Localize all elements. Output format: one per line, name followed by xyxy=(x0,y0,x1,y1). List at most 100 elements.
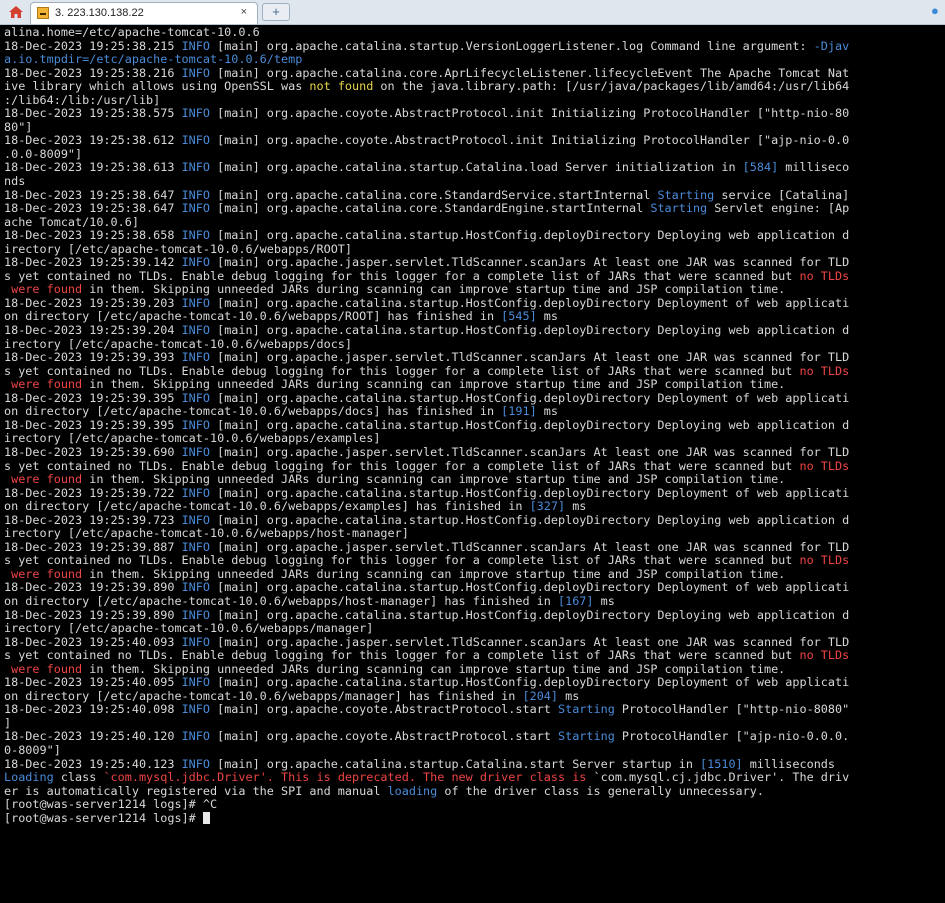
terminal-text: alina.home=/etc/apache-tomcat-10.0.6 xyxy=(4,26,260,39)
terminal-line: s yet contained no TLDs. Enable debug lo… xyxy=(4,268,945,284)
terminal-line: ache Tomcat/10.0.6] xyxy=(4,214,945,230)
terminal-text: were found xyxy=(4,377,83,392)
terminal-text: INFO xyxy=(181,756,210,771)
terminal-text: [main] org.apache.catalina.core.Standard… xyxy=(209,201,651,216)
terminal-text: [main] org.apache.catalina.startup.Catal… xyxy=(209,756,701,771)
terminal-text: in them. Skipping unneeded JARs during s… xyxy=(82,377,786,392)
terminal-line: on directory [/etc/apache-tomcat-10.0.6/… xyxy=(4,688,945,704)
terminal-text: 18-Dec-2023 19:25:38.647 xyxy=(4,201,182,216)
terminal-text: INFO xyxy=(181,106,210,121)
terminal-line: 18-Dec-2023 19:25:39.722 INFO [main] org… xyxy=(4,485,945,501)
terminal-text: `com.mysql.cj.jdbc.Driver'. The driv xyxy=(586,770,850,785)
close-tab-button[interactable]: × xyxy=(241,6,247,18)
terminal-text: INFO xyxy=(181,675,210,690)
terminal-line: 18-Dec-2023 19:25:39.203 INFO [main] org… xyxy=(4,296,945,311)
terminal-text: INFO xyxy=(181,702,210,717)
terminal-text: ms xyxy=(565,499,587,514)
terminal-text: ive library which allows using OpenSSL w… xyxy=(4,79,310,94)
terminal-text: INFO xyxy=(181,417,210,432)
terminal-text: [main] org.apache.catalina.startup.HostC… xyxy=(209,417,850,432)
terminal-line: s yet contained no TLDs. Enable debug lo… xyxy=(4,554,945,568)
terminal-text: ache Tomcat/10.0.6] xyxy=(4,214,139,229)
terminal-text: 18-Dec-2023 19:25:38.658 xyxy=(4,228,182,243)
terminal-text: [main] org.apache.jasper.servlet.TldScan… xyxy=(209,539,850,554)
terminal-text: INFO xyxy=(181,160,210,175)
terminal-line: were found in them. Skipping unneeded JA… xyxy=(4,283,945,297)
new-tab-button[interactable]: + xyxy=(262,3,290,21)
terminal-line: 18-Dec-2023 19:25:39.395 INFO [main] org… xyxy=(4,417,945,433)
terminal-line: on directory [/etc/apache-tomcat-10.0.6/… xyxy=(4,405,945,419)
session-tab[interactable]: 3. 223.130.138.22 × xyxy=(30,2,258,24)
terminal-text: on directory [/etc/apache-tomcat-10.0.6/… xyxy=(4,499,530,514)
terminal-text: [main] org.apache.catalina.startup.HostC… xyxy=(209,485,850,500)
terminal-text: Servlet engine: [Ap xyxy=(707,201,850,216)
terminal-text: [main] org.apache.catalina.startup.HostC… xyxy=(209,390,850,405)
terminal-text: [main] org.apache.catalina.startup.Catal… xyxy=(209,160,743,175)
terminal-text: `com.mysql.jdbc.Driver'. This is depreca… xyxy=(103,770,587,785)
tab-title: 3. 223.130.138.22 xyxy=(55,7,144,19)
terminal-line: 18-Dec-2023 19:25:39.204 INFO [main] org… xyxy=(4,323,945,338)
terminal-text: 18-Dec-2023 19:25:39.723 xyxy=(4,512,182,527)
terminal-text: INFO xyxy=(181,634,210,649)
terminal-line: 18-Dec-2023 19:25:39.887 INFO [main] org… xyxy=(4,539,945,555)
terminal-text: 18-Dec-2023 19:25:39.887 xyxy=(4,539,182,554)
terminal-text: Starting xyxy=(558,729,615,744)
terminal-text: s yet contained no TLDs. Enable debug lo… xyxy=(4,268,800,283)
terminal-line: s yet contained no TLDs. Enable debug lo… xyxy=(4,459,945,474)
terminal-line: on directory [/etc/apache-tomcat-10.0.6/… xyxy=(4,593,945,609)
terminal-text: s yet contained no TLDs. Enable debug lo… xyxy=(4,553,800,568)
terminal-text: ms xyxy=(558,688,580,703)
terminal-line: irectory [/etc/apache-tomcat-10.0.6/weba… xyxy=(4,526,945,541)
terminal-line: 18-Dec-2023 19:25:38.575 INFO [main] org… xyxy=(4,107,945,121)
terminal-text: INFO xyxy=(181,228,210,243)
terminal-text: Starting xyxy=(657,187,715,202)
terminal-text: on the java.library.path: [/usr/java/pac… xyxy=(373,79,850,94)
terminal-text: INFO xyxy=(181,187,210,202)
terminal-line: 0-8009"] xyxy=(4,743,945,758)
terminal-text: 18-Dec-2023 19:25:40.120 xyxy=(4,729,182,744)
terminal-text: [main] org.apache.jasper.servlet.TldScan… xyxy=(209,634,850,649)
terminal-text: [327] xyxy=(529,499,566,514)
terminal-text: [167] xyxy=(557,593,594,608)
terminal-text: were found xyxy=(4,566,83,581)
terminal-text: Loading xyxy=(4,770,54,785)
terminal-text: no TLDs xyxy=(799,268,850,283)
terminal-text: 18-Dec-2023 19:25:39.395 xyxy=(4,417,182,432)
terminal-text: 18-Dec-2023 19:25:39.142 xyxy=(4,255,182,270)
terminal-text: Starting xyxy=(558,702,615,717)
terminal-text: irectory [/etc/apache-tomcat-10.0.6/weba… xyxy=(4,526,409,541)
terminal-line: were found in them. Skipping unneeded JA… xyxy=(4,472,945,487)
info-icon[interactable]: ● xyxy=(931,4,945,18)
terminal-text: 18-Dec-2023 19:25:39.722 xyxy=(4,485,182,500)
terminal-text: 18-Dec-2023 19:25:39.393 xyxy=(4,350,182,365)
terminal-line: 18-Dec-2023 19:25:38.647 INFO [main] org… xyxy=(4,187,945,203)
terminal-text: [root@was-server1214 logs]# xyxy=(4,810,203,825)
home-button[interactable] xyxy=(6,2,26,22)
terminal-text: service [Catalina] xyxy=(714,187,850,202)
terminal-text: a.io.tmpdir=/etc/apache-tomcat-10.0.6/te… xyxy=(4,52,303,67)
terminal-text: 18-Dec-2023 19:25:38.612 xyxy=(4,133,182,148)
terminal-text: were found xyxy=(4,661,83,676)
terminal-text: INFO xyxy=(181,350,210,365)
terminal-text: were found xyxy=(4,472,83,487)
terminal-text: [main] org.apache.catalina.startup.HostC… xyxy=(209,228,850,243)
terminal-line: irectory [/etc/apache-tomcat-10.0.6/weba… xyxy=(4,242,945,257)
terminal-line: nds xyxy=(4,174,945,189)
terminal-line: 18-Dec-2023 19:25:40.123 INFO [main] org… xyxy=(4,756,945,772)
terminal-line: Loading class `com.mysql.jdbc.Driver'. T… xyxy=(4,770,945,785)
terminal-text: no TLDs xyxy=(799,363,850,378)
terminal-text: [191] xyxy=(501,404,537,419)
terminal-text: [main] org.apache.coyote.AbstractProtoco… xyxy=(209,106,850,121)
terminal-output[interactable]: alina.home=/etc/apache-tomcat-10.0.6 18-D… xyxy=(0,26,945,903)
terminal-text: INFO xyxy=(181,390,210,405)
terminal-text: 18-Dec-2023 19:25:40.095 xyxy=(4,675,182,690)
terminal-text: [main] org.apache.coyote.AbstractProtoco… xyxy=(209,729,558,744)
terminal-text: on directory [/etc/apache-tomcat-10.0.6/… xyxy=(4,309,502,324)
terminal-line: were found in them. Skipping unneeded JA… xyxy=(4,566,945,582)
terminal-line: 18-Dec-2023 19:25:38.613 INFO [main] org… xyxy=(4,161,945,175)
terminal-line: 18-Dec-2023 19:25:40.120 INFO [main] org… xyxy=(4,730,945,744)
terminal-line: were found in them. Skipping unneeded JA… xyxy=(4,377,945,392)
terminal-line: 80"] xyxy=(4,120,945,135)
terminal-text: [main] org.apache.jasper.servlet.TldScan… xyxy=(209,255,850,270)
terminal-line: 18-Dec-2023 19:25:40.095 INFO [main] org… xyxy=(4,675,945,690)
